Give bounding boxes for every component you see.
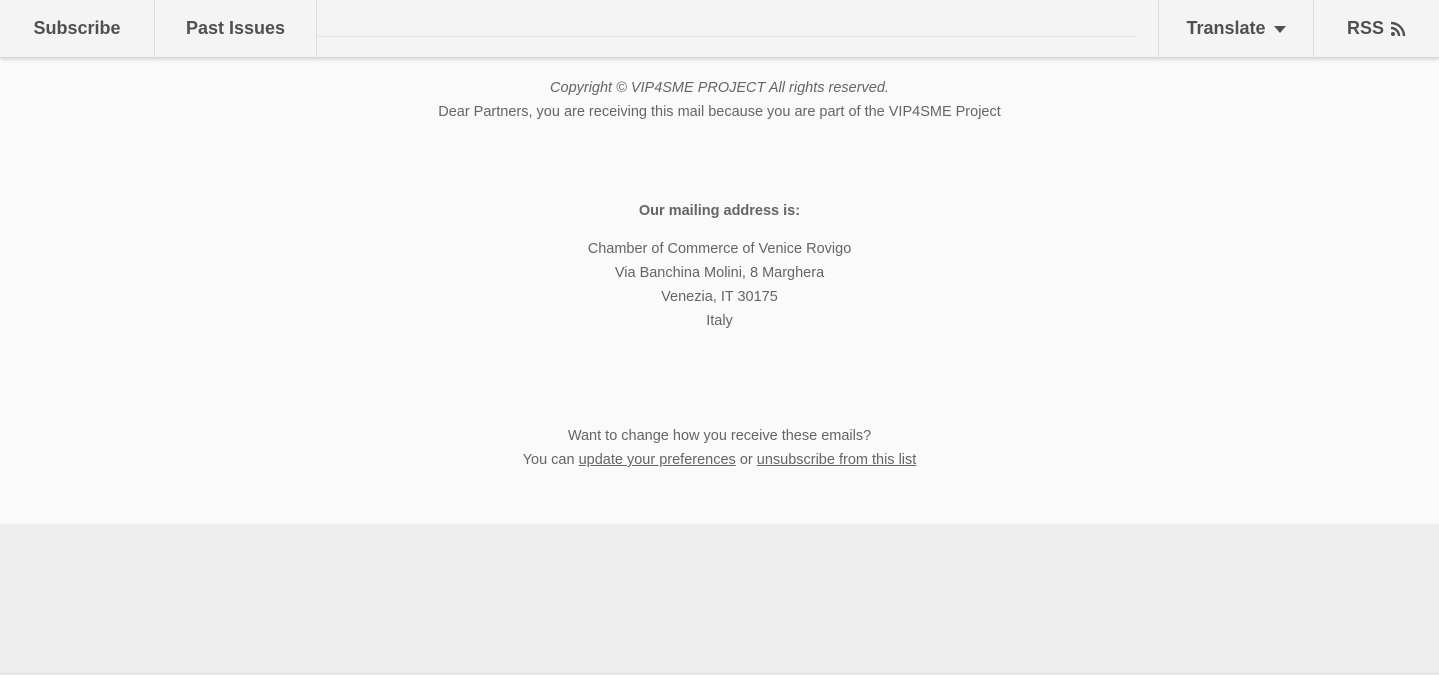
past-issues-link[interactable]: Past Issues [155, 0, 317, 57]
rss-link[interactable]: RSS [1314, 0, 1439, 57]
unsubscribe-link[interactable]: unsubscribe from this list [757, 452, 917, 468]
email-footer: Copyright © VIP4SME PROJECT All rights r… [0, 58, 1439, 524]
caret-down-icon [1273, 26, 1286, 33]
address-line: Via Banchina Molini, 8 Marghera [614, 265, 825, 281]
translate-dropdown[interactable]: Translate [1158, 0, 1314, 57]
copyright-text: Copyright © VIP4SME PROJECT All rights r… [550, 80, 889, 96]
address-line: Venezia, IT 30175 [661, 289, 778, 305]
preferences-line: You can update your preferences or unsub… [0, 448, 1439, 472]
address-line: Chamber of Commerce of Venice Rovigo [587, 241, 852, 257]
update-preferences-link[interactable]: update your preferences [579, 452, 736, 468]
notice-text: Dear Partners, you are receiving this ma… [438, 104, 1001, 120]
change-prompt: Want to change how you receive these ema… [567, 428, 872, 444]
address-line: Italy [706, 313, 733, 329]
or-text: or [739, 452, 753, 468]
rss-label: RSS [1346, 18, 1384, 38]
you-can-text: You can [522, 452, 575, 468]
subscribe-link[interactable]: Subscribe [0, 0, 155, 57]
top-nav-bar: Subscribe Past Issues Translate RSS [0, 0, 1439, 58]
past-issues-label: Past Issues [185, 18, 286, 38]
translate-label: Translate [1186, 18, 1266, 38]
nav-divider [317, 36, 1136, 37]
subscribe-label: Subscribe [33, 18, 121, 38]
bottom-background [0, 524, 1439, 675]
bottom-divider [0, 673, 1439, 674]
rss-icon [1390, 21, 1406, 36]
address-heading: Our mailing address is: [638, 203, 801, 219]
